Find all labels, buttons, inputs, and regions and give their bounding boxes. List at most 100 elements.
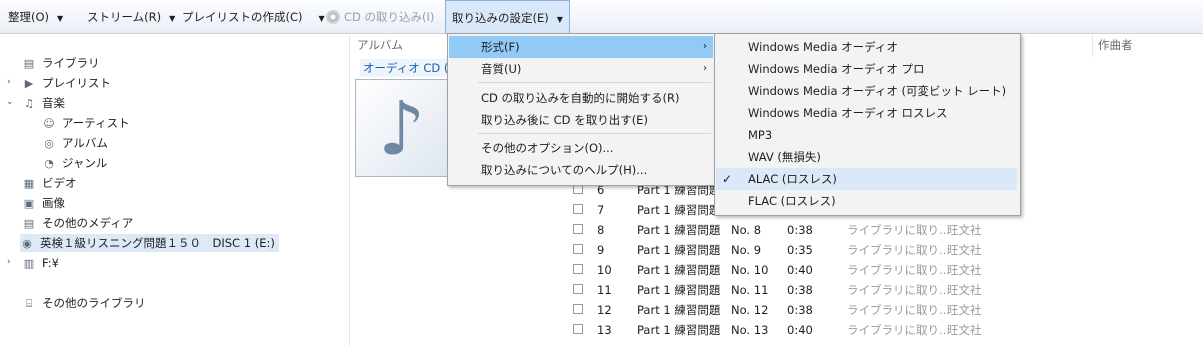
album-art: ♪	[355, 79, 453, 177]
stream-menu-button[interactable]: ストリーム(R) ▼	[87, 0, 175, 34]
drive-icon: ▥	[23, 257, 35, 270]
track-length: 0:40	[787, 263, 813, 277]
nav-label: F:¥	[42, 256, 59, 270]
nav-artist[interactable]: ☺ アーティスト	[42, 114, 130, 132]
rip-settings-label: 取り込みの設定(E)	[452, 11, 549, 25]
album-icon: ◎	[44, 137, 54, 150]
track-number: 12	[597, 303, 612, 317]
format-option-mp3[interactable]: MP3	[716, 124, 1017, 146]
expand-icon[interactable]: ›	[7, 77, 11, 87]
track-length: 0:38	[787, 283, 813, 297]
format-option-wma-vbr[interactable]: Windows Media オーディオ (可変ビット レート)	[716, 80, 1017, 102]
track-checkbox[interactable]	[573, 324, 583, 334]
table-row[interactable]: 8 Part 1 練習問題 No. 8 0:38 ライブラリに取り... 旺文社	[350, 220, 1203, 240]
nav-label: アルバム	[62, 136, 108, 150]
nav-music[interactable]: ♫ 音楽	[22, 94, 65, 112]
contributing-artist: 旺文社	[947, 303, 982, 317]
nav-video[interactable]: ▦ ビデオ	[22, 174, 77, 192]
nav-label: アーティスト	[62, 116, 130, 130]
nav-other-libraries[interactable]: ⌸ その他のライブラリ	[22, 294, 146, 312]
collapse-icon[interactable]: ⌄	[6, 97, 14, 107]
format-option-wma-lossless[interactable]: Windows Media オーディオ ロスレス	[716, 102, 1017, 124]
nav-playlists[interactable]: ▶ プレイリスト	[22, 74, 111, 92]
nav-library[interactable]: ▤ ライブラリ	[22, 54, 100, 72]
table-row[interactable]: 12 Part 1 練習問題 No. 12 0:38 ライブラリに取り... 旺…	[350, 300, 1203, 320]
track-checkbox[interactable]	[573, 204, 583, 214]
nav-label: ジャンル	[62, 156, 108, 170]
menu-item-label: Windows Media オーディオ ロスレス	[748, 106, 948, 120]
menu-item-label: ALAC (ロスレス)	[748, 172, 837, 186]
rip-cd-button[interactable]: CD の取り込み(I)	[326, 0, 434, 34]
rip-settings-menu-button[interactable]: 取り込みの設定(E) ▼	[445, 0, 570, 34]
nav-label: 英検１級リスニング問題１５０ DISC 1 (E:)	[40, 236, 275, 250]
rip-status: ライブラリに取り...	[847, 243, 950, 257]
format-option-wav[interactable]: WAV (無損失)	[716, 146, 1017, 168]
menu-item-format[interactable]: 形式(F) ›	[449, 36, 713, 58]
menu-item-rip-help[interactable]: 取り込みについてのヘルプ(H)...	[449, 159, 713, 181]
rip-status: ライブラリに取り...	[847, 223, 950, 237]
track-number: 13	[597, 323, 612, 337]
menu-item-label: その他のオプション(O)...	[481, 141, 614, 155]
menu-item-label: 取り込みについてのヘルプ(H)...	[481, 163, 648, 177]
organize-label: 整理(O)	[8, 10, 50, 24]
format-submenu: Windows Media オーディオ Windows Media オーディオ …	[714, 33, 1021, 216]
video-icon: ▦	[23, 177, 35, 190]
track-checkbox[interactable]	[573, 304, 583, 314]
navigation-pane: ▤ ライブラリ › ▶ プレイリスト ⌄ ♫ 音楽 ☺ アーティスト ◎ アルバム ◔ ジャ…	[0, 35, 348, 346]
toolbar: 整理(O) ▼ ストリーム(R) ▼ プレイリストの作成(C) ▼ CD の取り込み(…	[0, 0, 1203, 34]
format-option-wma[interactable]: Windows Media オーディオ	[716, 36, 1017, 58]
menu-item-quality[interactable]: 音質(U) ›	[449, 58, 713, 80]
format-option-alac[interactable]: ✓ ALAC (ロスレス)	[716, 168, 1017, 190]
table-row[interactable]: 11 Part 1 練習問題 No. 11 0:38 ライブラリに取り... 旺…	[350, 280, 1203, 300]
menu-item-label: CD の取り込みを自動的に開始する(R)	[481, 91, 680, 105]
table-row[interactable]: 9 Part 1 練習問題 No. 9 0:35 ライブラリに取り... 旺文社	[350, 240, 1203, 260]
menu-item-more-options[interactable]: その他のオプション(O)...	[449, 137, 713, 159]
menu-item-auto-rip[interactable]: CD の取り込みを自動的に開始する(R)	[449, 87, 713, 109]
track-length: 0:38	[787, 223, 813, 237]
track-number: 8	[597, 223, 605, 237]
create-playlist-button[interactable]: プレイリストの作成(C) ▼	[182, 0, 325, 34]
nav-disc-e[interactable]: ◉ 英検１級リスニング問題１５０ DISC 1 (E:)	[20, 234, 279, 252]
submenu-arrow-icon: ›	[703, 41, 707, 52]
track-no: No. 8	[731, 223, 762, 237]
track-checkbox[interactable]	[573, 264, 583, 274]
track-title: Part 1 練習問題	[637, 323, 721, 337]
organize-menu-button[interactable]: 整理(O) ▼	[8, 0, 63, 34]
cd-icon	[326, 10, 340, 24]
dropdown-arrow-icon: ▼	[169, 14, 176, 23]
expand-icon[interactable]: ›	[7, 257, 11, 267]
rip-cd-label: CD の取り込み(I)	[344, 10, 435, 24]
submenu-arrow-icon: ›	[703, 63, 707, 74]
track-number: 10	[597, 263, 612, 277]
nav-pictures[interactable]: ▣ 画像	[22, 194, 65, 212]
dropdown-arrow-icon: ▼	[318, 14, 325, 23]
table-row[interactable]: 13 Part 1 練習問題 No. 13 0:40 ライブラリに取り... 旺…	[350, 320, 1203, 340]
nav-label: その他のライブラリ	[42, 296, 146, 310]
other-libraries-icon: ⌸	[25, 297, 33, 310]
checkmark-icon: ✓	[722, 172, 733, 186]
table-row[interactable]: 10 Part 1 練習問題 No. 10 0:40 ライブラリに取り... 旺…	[350, 260, 1203, 280]
track-length: 0:38	[787, 303, 813, 317]
track-number: 9	[597, 243, 605, 257]
track-checkbox[interactable]	[573, 224, 583, 234]
track-checkbox[interactable]	[573, 244, 583, 254]
rip-status: ライブラリに取り...	[847, 283, 950, 297]
menu-item-label: 形式(F)	[481, 40, 520, 54]
nav-drive-f[interactable]: ▥ F:¥	[22, 254, 59, 272]
track-no: No. 13	[731, 323, 769, 337]
contributing-artist: 旺文社	[947, 323, 982, 337]
column-header-album[interactable]: アルバム	[357, 37, 403, 53]
nav-album[interactable]: ◎ アルバム	[42, 134, 108, 152]
nav-other-media[interactable]: ▤ その他のメディア	[22, 214, 133, 232]
stream-label: ストリーム(R)	[87, 10, 162, 24]
nav-genre[interactable]: ◔ ジャンル	[42, 154, 107, 172]
playlist-icon: ▶	[24, 77, 34, 90]
contributing-artist: 旺文社	[947, 223, 982, 237]
column-header-composer[interactable]: 作曲者	[1098, 37, 1133, 53]
track-checkbox[interactable]	[573, 284, 583, 294]
format-option-flac[interactable]: FLAC (ロスレス)	[716, 190, 1017, 212]
menu-separator	[478, 82, 711, 83]
format-option-wma-pro[interactable]: Windows Media オーディオ プロ	[716, 58, 1017, 80]
menu-item-eject-after-rip[interactable]: 取り込み後に CD を取り出す(E)	[449, 109, 713, 131]
track-title: Part 1 練習問題	[637, 223, 721, 237]
